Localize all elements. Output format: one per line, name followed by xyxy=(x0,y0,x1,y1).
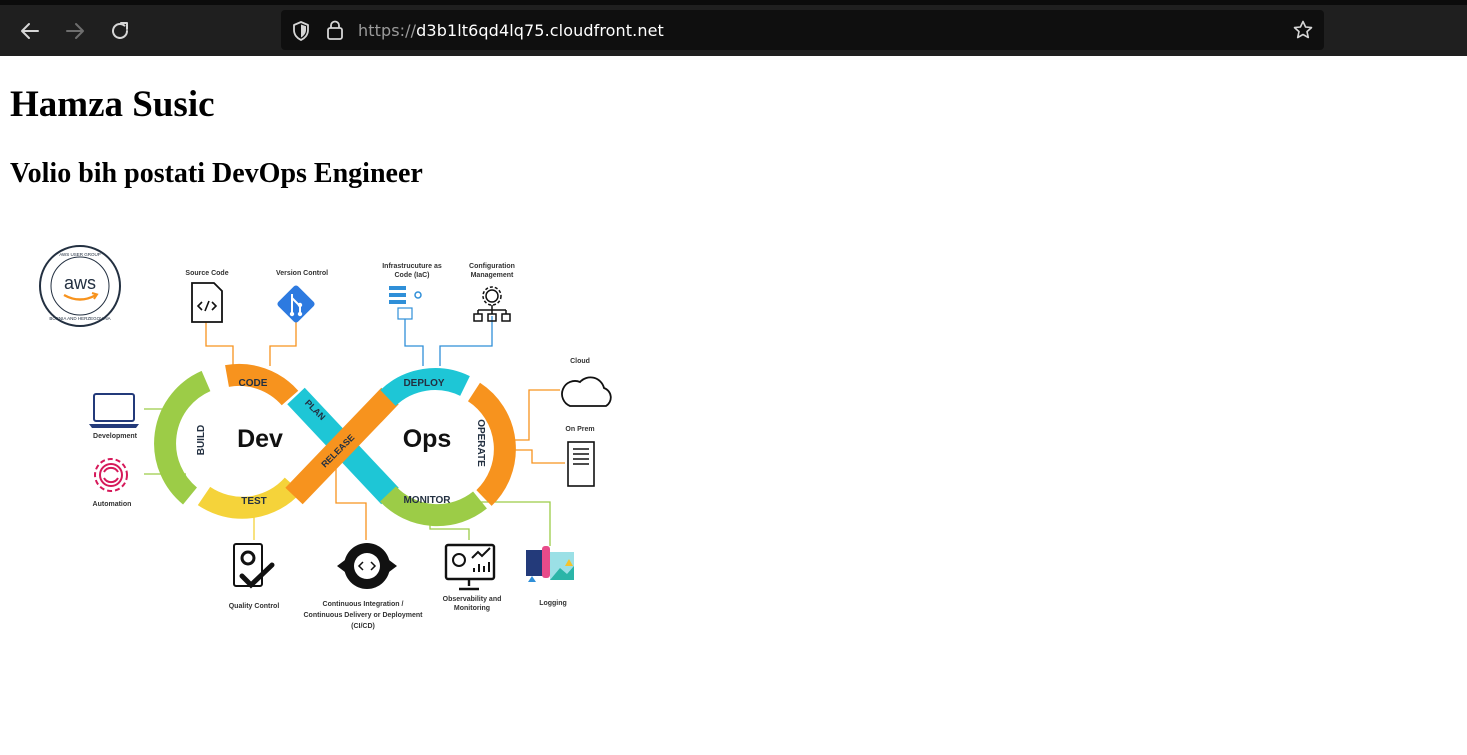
browser-toolbar: https://d3b1lt6qd4lq75.cloudfront.net xyxy=(0,0,1467,56)
reload-icon xyxy=(112,22,128,39)
aws-logo-text: aws xyxy=(64,273,96,293)
stage-operate: OPERATE xyxy=(475,419,486,467)
badge-ring-bottom: BOSNIA AND HERZEGOVINA xyxy=(49,316,110,321)
logging-icon xyxy=(526,546,574,582)
monitoring-dashboard-icon xyxy=(444,543,496,591)
url-scheme: https:// xyxy=(358,21,417,40)
label-iac-line1: Infrastrucuture as xyxy=(382,263,442,270)
url-host: d3b1lt6qd4lq75.cloudfront.net xyxy=(416,21,664,40)
stage-monitor: MONITOR xyxy=(403,495,451,506)
label-version-control: Version Control xyxy=(276,270,328,277)
devops-infinity-loop: CODE BUILD TEST PLAN RELEASE DEPLOY OPER… xyxy=(154,363,516,527)
label-development: Development xyxy=(93,433,138,440)
source-code-icon xyxy=(191,282,223,323)
bookmark-star-icon[interactable] xyxy=(1292,19,1314,41)
stage-build: BUILD xyxy=(196,425,207,456)
label-automation: Automation xyxy=(93,501,132,508)
label-logging: Logging xyxy=(539,600,567,607)
label-config-line2: Management xyxy=(471,272,514,279)
shield-icon xyxy=(293,21,309,41)
back-button[interactable] xyxy=(16,17,44,45)
git-version-control-icon xyxy=(277,285,315,323)
on-prem-server-icon xyxy=(567,441,595,487)
arrow-left-icon xyxy=(21,23,39,39)
aws-user-group-badge: AWS USER GROUP BOSNIA AND HERZEGOVINA aw… xyxy=(39,245,121,327)
badge-ring-top: AWS USER GROUP xyxy=(59,252,101,257)
configuration-management-icon xyxy=(473,286,511,322)
stage-test: TEST xyxy=(241,496,267,507)
label-cicd-line1: Continuous Integration / xyxy=(323,601,404,608)
page-subtitle: Volio bih postati DevOps Engineer xyxy=(10,158,423,189)
arrow-right-icon xyxy=(66,23,84,39)
stage-code: CODE xyxy=(239,378,268,389)
label-quality-control: Quality Control xyxy=(229,603,280,610)
quality-control-icon xyxy=(233,543,275,589)
label-cicd-line3: (CI/CD) xyxy=(351,623,375,630)
reload-button[interactable] xyxy=(106,17,134,45)
label-on-prem: On Prem xyxy=(565,426,594,433)
label-iac-line2: Code (IaC) xyxy=(395,272,430,279)
page-content: Hamza Susic Volio bih postati DevOps Eng… xyxy=(0,56,1467,755)
cicd-gear-icon xyxy=(337,543,397,589)
label-source-code: Source Code xyxy=(185,270,228,277)
label-cicd-line2: Continuous Delivery or Deployment xyxy=(303,612,423,619)
cloud-icon xyxy=(561,376,612,407)
devops-diagram-image: AWS USER GROUP BOSNIA AND HERZEGOVINA aw… xyxy=(39,245,612,630)
center-ops: Ops xyxy=(403,425,452,453)
url-text: https://d3b1lt6qd4lq75.cloudfront.net xyxy=(358,21,664,40)
forward-button[interactable] xyxy=(61,17,89,45)
label-obs-line1: Observability and xyxy=(443,596,502,603)
label-config-line1: Configuration xyxy=(469,263,515,270)
laptop-development-icon xyxy=(89,393,139,428)
center-dev: Dev xyxy=(237,425,283,453)
stage-deploy: DEPLOY xyxy=(403,378,444,389)
address-bar[interactable]: https://d3b1lt6qd4lq75.cloudfront.net xyxy=(281,10,1324,50)
lock-icon xyxy=(327,20,343,40)
label-cloud: Cloud xyxy=(570,358,590,365)
automation-gear-icon xyxy=(94,458,128,492)
window-top-edge xyxy=(0,0,1467,5)
page-title: Hamza Susic xyxy=(10,84,215,125)
label-obs-line2: Monitoring xyxy=(454,605,490,612)
infrastructure-as-code-icon xyxy=(389,286,422,320)
